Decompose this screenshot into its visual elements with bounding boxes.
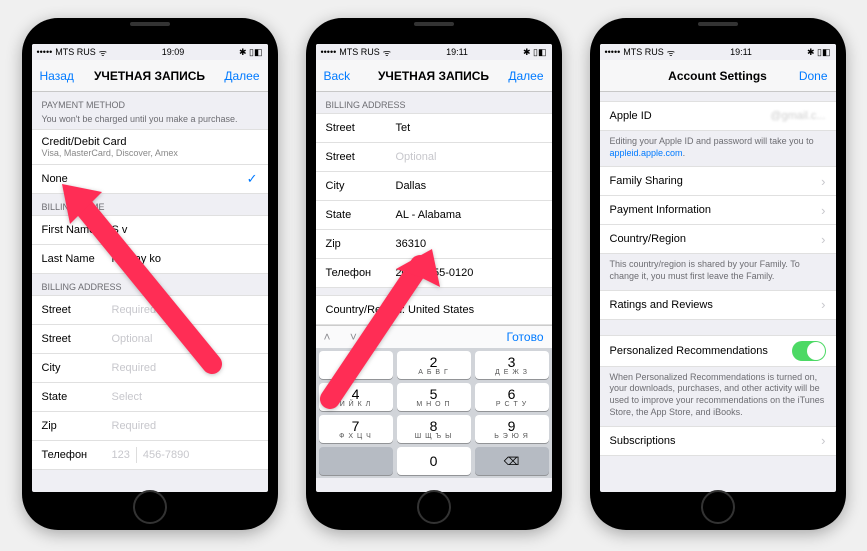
key-5[interactable]: 5М Н О П [397,383,471,411]
street2-row[interactable]: StreetOptional [32,324,268,354]
kb-prev-next[interactable]: ˄ ˅ [324,330,365,344]
city-row[interactable]: CityDallas [316,171,552,201]
nav-bar: Account Settings Done [600,60,836,92]
keyboard-accessory: ˄ ˅ Готово [316,325,552,348]
home-button [133,490,167,524]
billing-address-header: BILLING ADDRESS [32,274,268,296]
nav-title: УЧЕТНАЯ ЗАПИСЬ [368,69,500,83]
chevron-right-icon: › [821,232,825,247]
appleid-link[interactable]: appleid.apple.com [610,148,683,158]
chevron-right-icon: › [821,433,825,448]
region-footer: This country/region is shared by your Fa… [600,254,836,290]
personalized-rec-row[interactable]: Personalized Recommendations [600,335,836,367]
street-row[interactable]: StreetTet [316,113,552,143]
numeric-keyboard: 1 2А Б В Г 3Д Е Ж З 4И Й К Л 5М Н О П 6Р… [316,348,552,478]
personalized-footer: When Personalized Recommendations is tur… [600,367,836,427]
nav-bar: Back УЧЕТНАЯ ЗАПИСЬ Далее [316,60,552,92]
payment-info-row[interactable]: Payment Information› [600,195,836,225]
next-button[interactable]: Далее [500,69,544,83]
home-button [417,490,451,524]
toggle-switch[interactable] [792,341,826,361]
phone-mock-3: ••••• MTS RUS ᯤ 19:11 ✱ ▯◧ Account Setti… [590,18,846,530]
status-bar: ••••• MTS RUS ᯤ 19:11 ✱ ▯◧ [316,44,552,60]
billing-name-header: BILLING NAME [32,194,268,216]
chevron-right-icon: › [821,174,825,189]
checkmark-icon: ✓ [247,171,258,187]
chevron-right-icon: › [821,203,825,218]
phone-row[interactable]: Телефон 202555-0120 [316,258,552,288]
key-2[interactable]: 2А Б В Г [397,351,471,379]
key-3[interactable]: 3Д Е Ж З [475,351,549,379]
key-0[interactable]: 0 [397,447,471,475]
screen-3: ••••• MTS RUS ᯤ 19:11 ✱ ▯◧ Account Setti… [600,44,836,492]
home-button [701,490,735,524]
key-7[interactable]: 7Ф Х Ц Ч [319,415,393,443]
country-row[interactable]: Country/Region: United States [316,295,552,325]
key-backspace[interactable]: ⌫ [475,447,549,475]
credit-card-row[interactable]: Credit/Debit Card Visa, MasterCard, Disc… [32,129,268,165]
screen-2: ••••• MTS RUS ᯤ 19:11 ✱ ▯◧ Back УЧЕТНАЯ … [316,44,552,492]
back-button[interactable]: Back [324,69,368,83]
first-name-row[interactable]: First Name S v [32,215,268,245]
chevron-right-icon: › [821,297,825,312]
key-9[interactable]: 9Ь Э Ю Я [475,415,549,443]
country-region-row[interactable]: Country/Region› [600,224,836,254]
status-bar: ••••• MTS RUS ᯤ 19:11 ✱ ▯◧ [600,44,836,60]
nav-bar: Назад УЧЕТНАЯ ЗАПИСЬ Далее [32,60,268,92]
zip-row[interactable]: ZipRequired [32,411,268,441]
subscriptions-row[interactable]: Subscriptions› [600,426,836,456]
next-button[interactable]: Далее [216,69,260,83]
city-row[interactable]: CityRequired [32,353,268,383]
state-row[interactable]: StateAL - Alabama [316,200,552,230]
apple-id-footer: Editing your Apple ID and password will … [600,131,836,167]
payment-method-subtext: You won't be charged until you make a pu… [32,114,268,130]
last-name-row[interactable]: Last Name Mikhay ko [32,244,268,274]
kb-done-button[interactable]: Готово [506,330,543,344]
key-blank [319,447,393,475]
key-4[interactable]: 4И Й К Л [319,383,393,411]
back-button[interactable]: Назад [40,69,84,83]
family-sharing-row[interactable]: Family Sharing› [600,166,836,196]
screen-1: ••••• MTS RUS ᯤ 19:09 ✱ ▯◧ Назад УЧЕТНАЯ… [32,44,268,492]
street-row[interactable]: StreetRequired [32,295,268,325]
backspace-icon: ⌫ [504,455,520,468]
key-8[interactable]: 8Ш Щ Ъ Ы [397,415,471,443]
phone-mock-1: ••••• MTS RUS ᯤ 19:09 ✱ ▯◧ Назад УЧЕТНАЯ… [22,18,278,530]
phone-mock-2: ••••• MTS RUS ᯤ 19:11 ✱ ▯◧ Back УЧЕТНАЯ … [306,18,562,530]
key-6[interactable]: 6Р С Т У [475,383,549,411]
key-1[interactable]: 1 [319,351,393,379]
billing-address-header: BILLING ADDRESS [316,92,552,114]
phone-row[interactable]: Телефон 123456-7890 [32,440,268,470]
street2-row[interactable]: StreetOptional [316,142,552,172]
nav-title: УЧЕТНАЯ ЗАПИСЬ [84,69,216,83]
status-bar: ••••• MTS RUS ᯤ 19:09 ✱ ▯◧ [32,44,268,60]
state-row[interactable]: StateSelect [32,382,268,412]
apple-id-row[interactable]: Apple ID @gmail.c... [600,101,836,131]
nav-title: Account Settings [652,69,784,83]
payment-method-header: PAYMENT METHOD [32,92,268,114]
zip-row[interactable]: Zip36310 [316,229,552,259]
done-button[interactable]: Done [784,69,828,83]
payment-none-row[interactable]: None ✓ [32,164,268,194]
ratings-reviews-row[interactable]: Ratings and Reviews› [600,290,836,320]
